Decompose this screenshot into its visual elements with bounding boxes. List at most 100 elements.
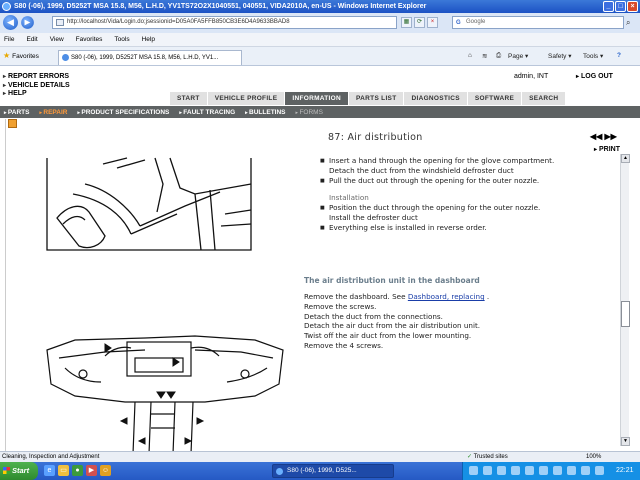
menu-view[interactable]: View: [50, 36, 64, 43]
maximize-icon[interactable]: □: [615, 1, 626, 12]
minimize-icon[interactable]: _: [603, 1, 614, 12]
vehicle-details-link[interactable]: VEHICLE DETAILS: [3, 82, 70, 91]
instructions: Insert a hand through the opening for th…: [320, 156, 560, 234]
tray-icon[interactable]: [511, 466, 520, 475]
left-pane-divider[interactable]: [5, 119, 6, 451]
dashboard-replacing-link[interactable]: Dashboard, replacing: [408, 292, 485, 301]
duct-illustration: [46, 157, 252, 251]
tab-information[interactable]: INFORMATION: [285, 92, 350, 105]
help-icon[interactable]: ?: [617, 52, 621, 59]
window-title: S80 (-06), 1999, D5252T MSA 15.8, M56, L…: [14, 3, 427, 10]
media-quicklaunch-icon[interactable]: ▶: [86, 465, 97, 476]
step-suffix: .: [484, 292, 490, 301]
tab-parts-list[interactable]: PARTS LIST: [349, 92, 405, 105]
main-tabs: START VEHICLE PROFILE INFORMATION PARTS …: [170, 92, 567, 105]
sub-nav: PARTS REPAIR PRODUCT SPECIFICATIONS FAUL…: [0, 106, 640, 118]
search-input[interactable]: G Google: [452, 16, 624, 29]
tab-search[interactable]: SEARCH: [522, 92, 567, 105]
menu-edit[interactable]: Edit: [26, 36, 37, 43]
tray-icon[interactable]: [553, 466, 562, 475]
tray-icon[interactable]: [483, 466, 492, 475]
command-bar: ★ Favorites S80 (-06), 1999, D5252T MSA 1…: [0, 47, 640, 66]
step-line: Remove the 4 screws.: [304, 340, 384, 350]
menu-favorites[interactable]: Favorites: [76, 36, 103, 43]
safety-menu[interactable]: Safety ▾: [548, 52, 572, 60]
tray-icon[interactable]: [525, 466, 534, 475]
forward-button[interactable]: ▶: [21, 16, 34, 29]
tab-start[interactable]: START: [170, 92, 208, 105]
subnav-fault-tracing[interactable]: FAULT TRACING: [175, 109, 241, 116]
star-icon: ★: [3, 51, 11, 60]
messenger-quicklaunch-icon[interactable]: ☺: [100, 465, 111, 476]
step-line: Remove the dashboard. See Dashboard, rep…: [304, 292, 489, 302]
browser-tab[interactable]: S80 (-06), 1999, D5252T MSA 15.8, M56, L…: [58, 50, 242, 65]
menu-tools[interactable]: Tools: [114, 36, 129, 43]
tab-software[interactable]: SOFTWARE: [467, 92, 523, 105]
page-icon: [56, 19, 64, 26]
dashboard-illustration: [46, 335, 284, 451]
taskbar: Start e ▭ ● ▶ ☺ S80 (-06), 1999, D525...…: [0, 462, 640, 480]
page-title: 87: Air distribution: [328, 132, 423, 143]
scroll-up-icon[interactable]: ▲: [621, 154, 630, 163]
search-placeholder: Google: [466, 19, 486, 25]
print-icon[interactable]: ⎙: [496, 52, 501, 60]
user-name: admin, INT: [514, 73, 549, 80]
search-icon[interactable]: ⌕: [626, 16, 638, 29]
ie-quicklaunch-icon[interactable]: e: [44, 465, 55, 476]
security-zone[interactable]: Trusted sites: [467, 452, 508, 462]
status-text: Cleaning, Inspection and Adjustment: [2, 454, 100, 460]
subnav-bulletins[interactable]: BULLETINS: [241, 109, 291, 116]
tray-icon[interactable]: [567, 466, 576, 475]
volume-icon[interactable]: [595, 466, 604, 475]
folder-quicklaunch-icon[interactable]: ▭: [58, 465, 69, 476]
zoom-level[interactable]: 100%: [586, 452, 601, 462]
subnav-repair[interactable]: REPAIR: [35, 109, 73, 116]
menu-file[interactable]: File: [4, 36, 14, 43]
instruction-step: Insert a hand through the opening for th…: [320, 156, 560, 176]
subnav-parts[interactable]: PARTS: [0, 109, 35, 116]
instruction-step: Pull the duct out through the opening fo…: [320, 176, 560, 186]
app-quicklaunch-icon[interactable]: ●: [72, 465, 83, 476]
bookmark-icon[interactable]: [8, 119, 17, 128]
subnav-forms[interactable]: FORMS: [292, 109, 329, 116]
url-input[interactable]: http://localhost/Vida/Login.do;jsessioni…: [52, 16, 397, 29]
content-scrollbar[interactable]: ▲ ▼: [620, 154, 630, 446]
report-errors-link[interactable]: REPORT ERRORS: [3, 73, 70, 82]
feeds-icon[interactable]: ≋: [482, 52, 487, 60]
logout-link[interactable]: LOG OUT: [576, 73, 613, 80]
compatibility-icon[interactable]: ▦: [401, 17, 412, 28]
url-text: http://localhost/Vida/Login.do;jsessioni…: [67, 19, 290, 25]
installation-heading: Installation: [329, 192, 369, 202]
refresh-icon[interactable]: ⟳: [414, 17, 425, 28]
step-line: Detach the duct from the connections.: [304, 311, 443, 321]
tray-icon[interactable]: [497, 466, 506, 475]
tools-menu[interactable]: Tools ▾: [583, 52, 603, 60]
nav-arrows[interactable]: ◀◀ ▶▶: [590, 132, 617, 141]
tab-diagnostics[interactable]: DIAGNOSTICS: [404, 92, 468, 105]
window-titlebar: S80 (-06), 1999, D5252T MSA 15.8, M56, L…: [0, 0, 640, 13]
close-icon[interactable]: ×: [627, 1, 638, 12]
scroll-thumb[interactable]: [621, 301, 630, 327]
back-button[interactable]: ◀: [3, 15, 18, 30]
tray-icon[interactable]: [581, 466, 590, 475]
tab-vehicle-profile[interactable]: VEHICLE PROFILE: [207, 92, 286, 105]
page-content: REPORT ERRORS VEHICLE DETAILS HELP admin…: [0, 66, 640, 451]
favorites-label: Favorites: [12, 53, 39, 60]
menu-help[interactable]: Help: [142, 36, 155, 43]
scroll-down-icon[interactable]: ▼: [621, 437, 630, 446]
help-link[interactable]: HELP: [3, 90, 70, 99]
stop-icon[interactable]: ×: [427, 17, 438, 28]
page-menu[interactable]: Page ▾: [508, 52, 528, 60]
tab-title: S80 (-06), 1999, D5252T MSA 15.8, M56, L…: [71, 55, 219, 61]
favorites-button[interactable]: ★ Favorites: [3, 51, 39, 60]
ie-icon: [2, 2, 11, 11]
tray-icon[interactable]: [469, 466, 478, 475]
tray-icon[interactable]: [539, 466, 548, 475]
tab-ie-icon: [62, 54, 69, 61]
subnav-product-specifications[interactable]: PRODUCT SPECIFICATIONS: [73, 109, 175, 116]
home-icon[interactable]: ⌂: [468, 52, 472, 59]
start-button[interactable]: Start: [0, 462, 38, 480]
print-link[interactable]: PRINT: [594, 146, 620, 153]
status-bar: Cleaning, Inspection and Adjustment Trus…: [0, 451, 640, 462]
taskbar-ie-window[interactable]: S80 (-06), 1999, D525...: [272, 464, 394, 478]
